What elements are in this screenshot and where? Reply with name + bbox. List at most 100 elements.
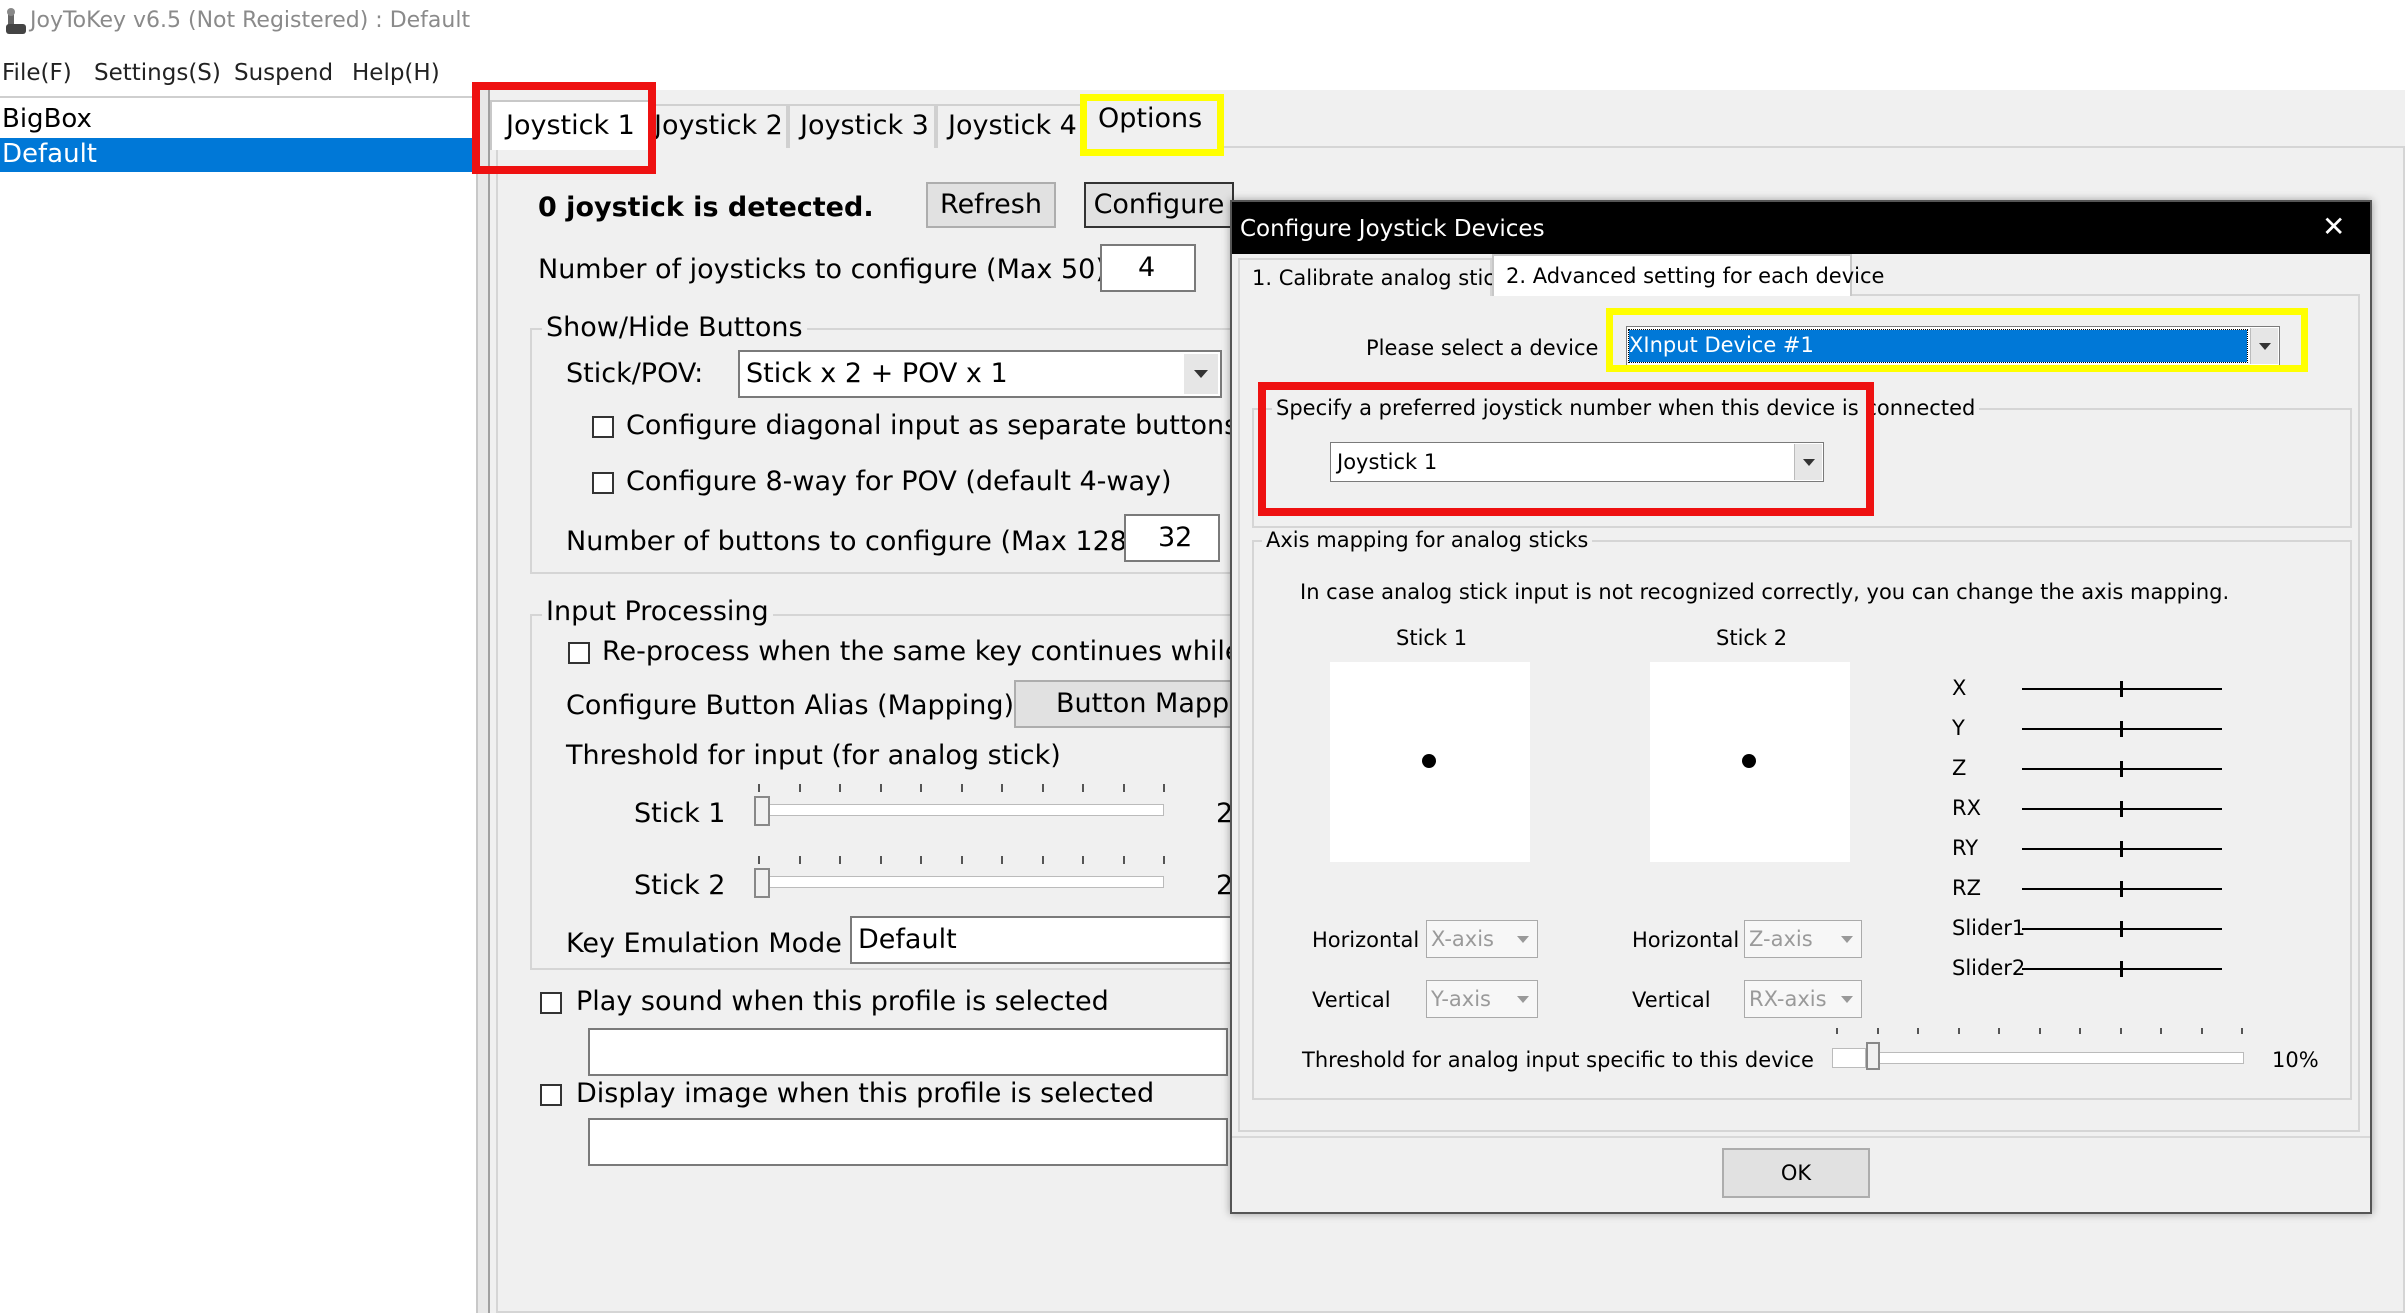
s2-horizontal-select[interactable]: Z-axis <box>1744 920 1862 958</box>
num-buttons-label: Number of buttons to configure (Max 128) <box>566 526 1138 557</box>
slider-tick <box>960 784 963 792</box>
s1-horizontal-label: Horizontal <box>1312 928 1420 952</box>
num-joysticks-field[interactable]: 4 <box>1100 244 1196 292</box>
s1-horizontal-value: X-axis <box>1431 927 1494 951</box>
splitter[interactable] <box>476 90 490 1313</box>
s2-horizontal-label: Horizontal <box>1632 928 1740 952</box>
alias-label: Configure Button Alias (Mapping) <box>566 690 1015 721</box>
stick1-slider-track[interactable] <box>756 804 1164 816</box>
tab-joystick-4-label: Joystick 4 <box>948 110 1077 141</box>
slider-tick <box>1041 784 1044 792</box>
stick2-dot <box>1742 754 1756 768</box>
chevron-down-icon[interactable] <box>1510 922 1536 956</box>
pov8-checkbox[interactable] <box>592 472 614 494</box>
configure-button[interactable]: Configure <box>1084 182 1234 228</box>
refresh-button[interactable]: Refresh <box>926 182 1056 228</box>
num-buttons-value: 32 <box>1158 522 1193 553</box>
s1-vertical-value: Y-axis <box>1431 987 1491 1011</box>
highlight-red-preferred <box>1258 382 1874 516</box>
slider-tick <box>1001 784 1003 792</box>
s2-vertical-label: Vertical <box>1632 988 1711 1012</box>
highlight-red-joystick1 <box>472 82 656 174</box>
device-threshold-thumb[interactable] <box>1866 1042 1880 1070</box>
button-mapping-button[interactable]: Button Mappir <box>1014 680 1254 728</box>
chevron-down-icon[interactable] <box>1834 982 1860 1016</box>
button-mapping-label: Button Mappir <box>1056 688 1248 719</box>
slider-tick <box>920 856 922 864</box>
slider-tick <box>1836 1028 1838 1034</box>
axis-title: Axis mapping for analog sticks <box>1262 528 1593 552</box>
display-checkbox[interactable] <box>540 1084 562 1106</box>
menu-help[interactable]: Help(H) <box>352 60 440 86</box>
tab-joystick-3[interactable]: Joystick 3 <box>788 104 936 148</box>
axis-label: Slider1 <box>1952 916 2026 940</box>
slider-tick <box>1041 856 1044 864</box>
tab-joystick-4[interactable]: Joystick 4 <box>936 104 1084 148</box>
device-threshold-label: Threshold for analog input specific to t… <box>1302 1048 1814 1072</box>
s1-horizontal-select[interactable]: X-axis <box>1426 920 1538 958</box>
slider-tick <box>1122 856 1125 864</box>
display-label: Display image when this profile is selec… <box>576 1078 1155 1109</box>
chevron-down-icon[interactable] <box>1510 982 1536 1016</box>
axis-center-mark <box>2120 761 2123 777</box>
slider-tick <box>1122 784 1125 792</box>
device-threshold-track[interactable] <box>1834 1052 2244 1064</box>
dialog-stick2-label: Stick 2 <box>1716 626 1788 650</box>
device-threshold-value: 10% <box>2272 1048 2319 1072</box>
slider-tick <box>1163 856 1165 864</box>
profile-item-bigbox[interactable]: BigBox <box>2 104 92 134</box>
stick1-dot <box>1422 754 1436 768</box>
stick2-slider-track[interactable] <box>756 876 1164 888</box>
playsound-path-field[interactable] <box>588 1028 1228 1076</box>
menu-file[interactable]: File(F) <box>2 60 72 86</box>
slider-tick <box>839 784 841 792</box>
profile-list: BigBox Default <box>0 98 476 1313</box>
profile-item-default[interactable]: Default <box>0 138 476 172</box>
stickpov-value: Stick x 2 + POV x 1 <box>746 358 1008 389</box>
axis-label: Z <box>1952 756 1967 780</box>
device-threshold-left <box>1832 1048 1866 1068</box>
chevron-down-icon[interactable] <box>1184 354 1218 394</box>
reprocess-checkbox[interactable] <box>568 642 590 664</box>
stick2-slider-thumb[interactable] <box>754 868 770 898</box>
axis-label: Y <box>1952 716 1965 740</box>
dialog-tab-calibrate[interactable]: 1. Calibrate analog stick <box>1238 258 1507 296</box>
diag-checkbox[interactable] <box>592 416 614 438</box>
menu-settings[interactable]: Settings(S) <box>94 60 221 86</box>
slider-tick <box>2079 1028 2081 1034</box>
close-icon[interactable]: ✕ <box>2322 210 2345 243</box>
slider-tick <box>2038 1028 2041 1034</box>
configure-devices-dialog: Configure Joystick Devices ✕ 1. Calibrat… <box>1230 200 2372 1214</box>
num-joysticks-label: Number of joysticks to configure (Max 50… <box>538 254 1106 285</box>
playsound-label: Play sound when this profile is selected <box>576 986 1109 1017</box>
dialog-footer-divider <box>1232 1136 2370 1138</box>
slider-tick <box>1917 1028 1919 1034</box>
stick1-preview <box>1330 662 1530 862</box>
s2-vertical-value: RX-axis <box>1749 987 1827 1011</box>
display-path-field[interactable] <box>588 1118 1228 1166</box>
tab-joystick-2[interactable]: Joystick 2 <box>650 104 788 148</box>
ok-button[interactable]: OK <box>1722 1148 1870 1198</box>
playsound-checkbox[interactable] <box>540 992 562 1014</box>
window-title: JoyToKey v6.5 (Not Registered) : Default <box>30 8 471 33</box>
slider-tick <box>2200 1028 2203 1034</box>
s1-vertical-label: Vertical <box>1312 988 1391 1012</box>
axis-center-mark <box>2120 961 2123 977</box>
keyemu-value: Default <box>858 924 957 955</box>
device-select-label: Please select a device : <box>1366 336 1613 360</box>
num-buttons-field[interactable]: 32 <box>1124 514 1220 562</box>
stick1-slider-thumb[interactable] <box>754 796 770 826</box>
chevron-down-icon[interactable] <box>1834 922 1860 956</box>
s1-vertical-select[interactable]: Y-axis <box>1426 980 1538 1018</box>
dialog-titlebar: Configure Joystick Devices ✕ <box>1232 202 2370 254</box>
showhide-title: Show/Hide Buttons <box>542 312 807 343</box>
slider-tick <box>1957 1028 1960 1034</box>
axis-center-mark <box>2120 721 2123 737</box>
stickpov-select[interactable]: Stick x 2 + POV x 1 <box>738 350 1222 398</box>
s2-vertical-select[interactable]: RX-axis <box>1744 980 1862 1018</box>
slider-tick <box>2119 1028 2122 1034</box>
keyemu-select[interactable]: Default <box>850 916 1240 964</box>
configure-label: Configure <box>1093 189 1225 220</box>
dialog-tab-advanced[interactable]: 2. Advanced setting for each device <box>1492 254 1884 296</box>
menu-suspend[interactable]: Suspend <box>234 60 333 86</box>
